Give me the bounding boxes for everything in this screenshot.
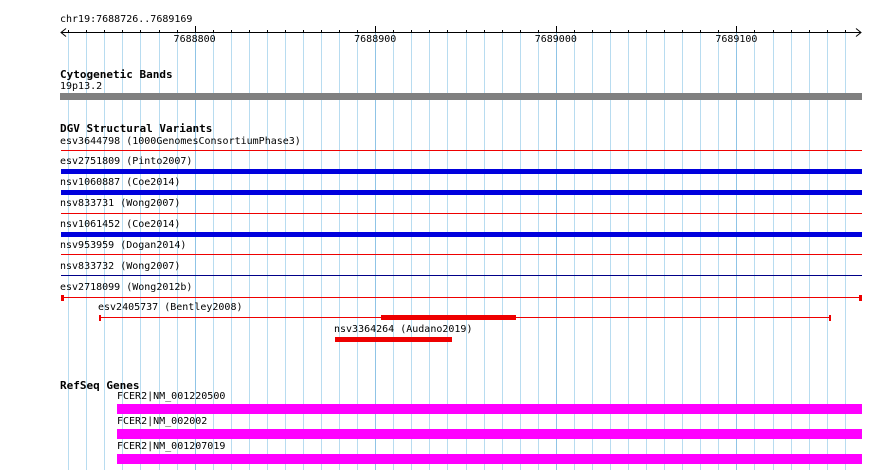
ruler-tick-label: 7688800 xyxy=(173,34,216,45)
dgv-variant-glyph[interactable] xyxy=(60,187,863,197)
refseq-transcript-bar[interactable] xyxy=(117,454,862,464)
refseq-transcript-bar[interactable] xyxy=(117,429,862,439)
dgv-variant-cap xyxy=(99,315,101,321)
dgv-variant-bar xyxy=(381,315,516,320)
dgv-variant-glyph[interactable] xyxy=(334,334,453,344)
cytoband-bar[interactable] xyxy=(60,93,862,100)
refseq-transcript-label[interactable]: FCER2|NM_002002 xyxy=(117,416,207,428)
refseq-transcript-label[interactable]: FCER2|NM_001207019 xyxy=(117,441,225,453)
dgv-variant-bar xyxy=(61,169,862,174)
dgv-variant-cap xyxy=(61,295,64,301)
refseq-transcript-bar[interactable] xyxy=(117,404,862,414)
dgv-variant-glyph[interactable] xyxy=(98,312,832,322)
genome-browser-view: chr19:7688726..7689169 Cytogenetic Bands… xyxy=(0,0,890,470)
dgv-variant-glyph[interactable] xyxy=(60,208,863,218)
coordinate-ruler[interactable] xyxy=(0,22,890,72)
cytoband-track-title: Cytogenetic Bands xyxy=(60,68,173,81)
dgv-variant-glyph[interactable] xyxy=(60,270,863,280)
dgv-variant-bar xyxy=(61,232,862,237)
dgv-variant-glyph[interactable] xyxy=(60,229,863,239)
dgv-variant-bar xyxy=(335,337,452,342)
dgv-track-title: DGV Structural Variants xyxy=(60,122,213,135)
dgv-variant-cap xyxy=(829,315,831,321)
dgv-variant-glyph[interactable] xyxy=(60,166,863,176)
dgv-variant-glyph[interactable] xyxy=(60,145,863,155)
ruler-tick-label: 7689000 xyxy=(534,34,577,45)
dgv-variant-cap xyxy=(859,295,862,301)
dgv-variant-glyph[interactable] xyxy=(60,292,863,302)
refseq-transcript-label[interactable]: FCER2|NM_001220500 xyxy=(117,391,225,403)
ruler-tick-label: 7689100 xyxy=(715,34,758,45)
dgv-variant-bar xyxy=(61,190,862,195)
dgv-variant-glyph[interactable] xyxy=(60,249,863,259)
cytoband-label: 19p13.2 xyxy=(60,81,103,92)
ruler-tick-label: 7688900 xyxy=(354,34,397,45)
